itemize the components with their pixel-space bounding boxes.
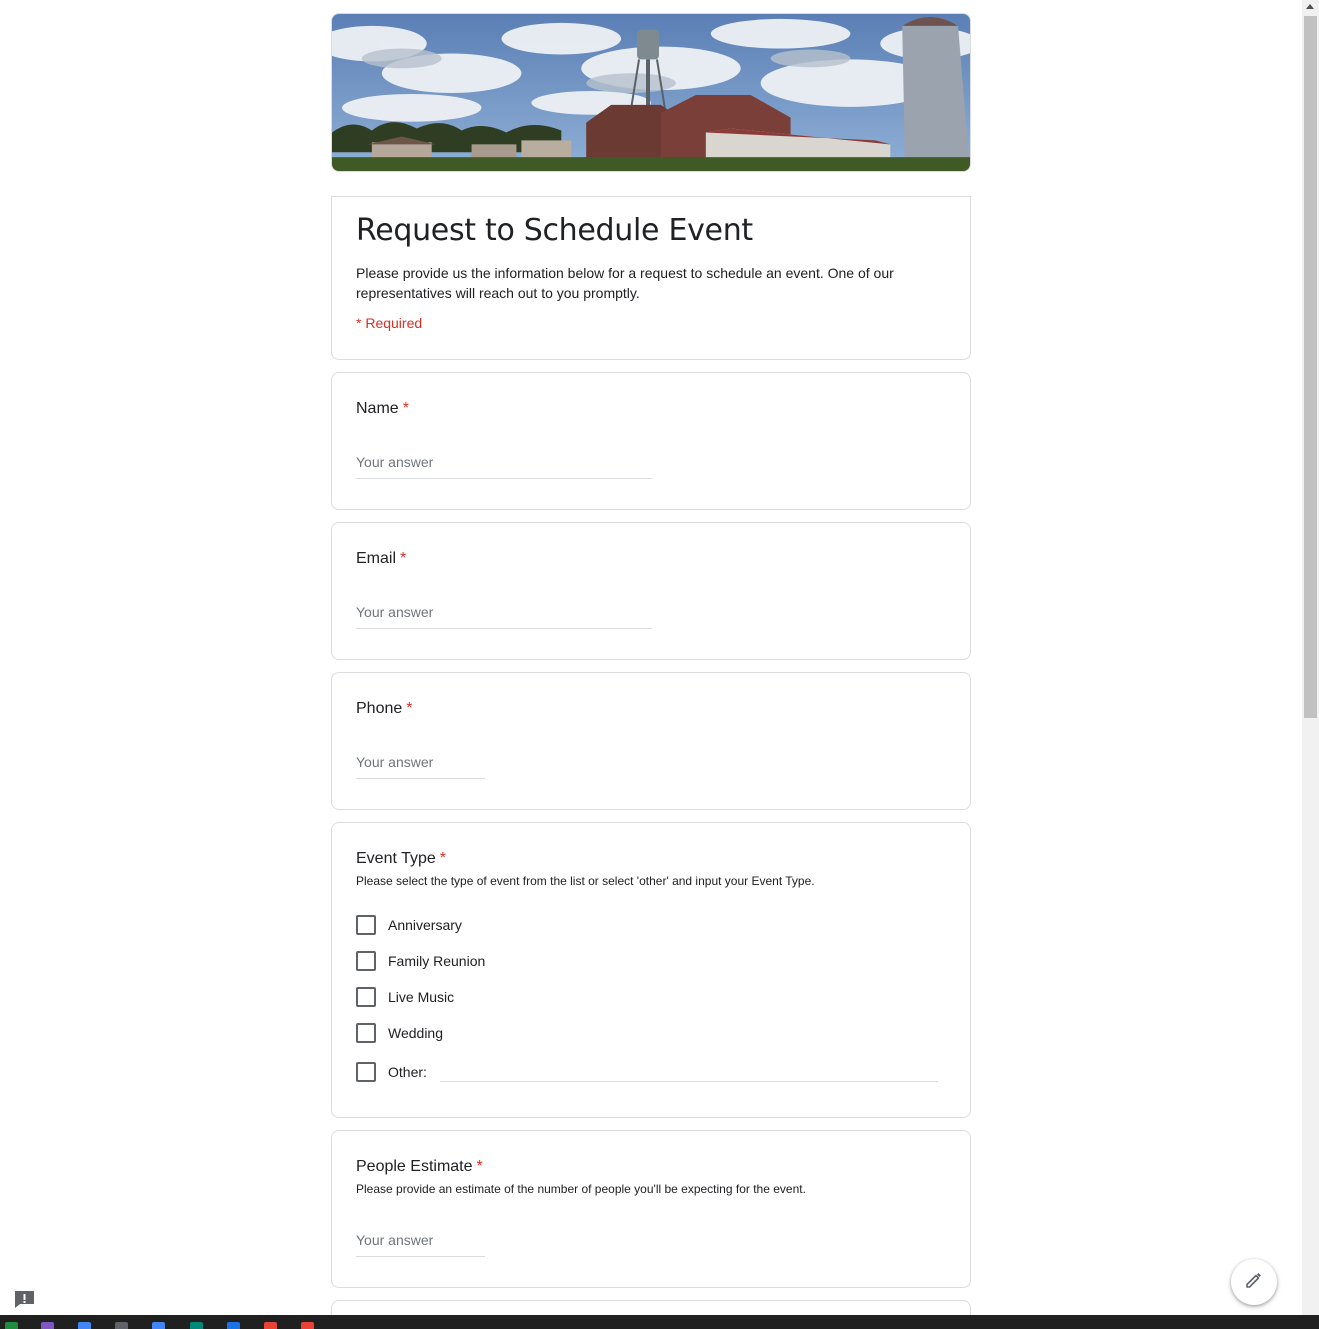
required-asterisk: * xyxy=(476,1158,483,1175)
os-taskbar xyxy=(0,1315,1319,1329)
scrollbar-thumb[interactable] xyxy=(1304,16,1317,718)
question-name-label: Name xyxy=(356,400,399,417)
option-label: Family Reunion xyxy=(388,953,486,969)
people-estimate-input[interactable]: Your answer xyxy=(356,1230,485,1257)
question-event-type-card: Event Type * Please select the type of ev… xyxy=(331,822,971,1118)
question-event-type-help: Please select the type of event from the… xyxy=(356,874,815,888)
form-title: Request to Schedule Event xyxy=(356,213,753,248)
question-event-type-title: Event Type * xyxy=(356,847,946,871)
chrome-app-icon-2[interactable] xyxy=(301,1322,314,1329)
docs-app-icon-2[interactable] xyxy=(152,1322,165,1329)
question-people-estimate-card: People Estimate * Please provide an estim… xyxy=(331,1130,971,1288)
option-live-music[interactable]: Live Music xyxy=(356,986,454,1008)
vertical-scrollbar[interactable] xyxy=(1302,0,1319,1315)
required-note: * Required xyxy=(356,315,423,331)
checkbox-wedding[interactable] xyxy=(356,1023,376,1043)
option-label: Wedding xyxy=(388,1025,444,1041)
header-banner-image xyxy=(331,13,971,172)
option-wedding[interactable]: Wedding xyxy=(356,1022,443,1044)
question-phone-card: Phone * Your answer xyxy=(331,672,971,810)
checkbox-family-reunion[interactable] xyxy=(356,951,376,971)
option-family-reunion[interactable]: Family Reunion xyxy=(356,950,485,972)
pencil-icon xyxy=(1244,1270,1264,1295)
phone-input[interactable]: Your answer xyxy=(356,752,485,779)
required-asterisk: * xyxy=(402,400,409,417)
option-label: Other: xyxy=(388,1064,427,1080)
option-label: Live Music xyxy=(388,989,455,1005)
question-people-estimate-title: People Estimate * xyxy=(356,1155,946,1179)
checkbox-anniversary[interactable] xyxy=(356,915,376,935)
required-asterisk: * xyxy=(400,550,407,567)
question-email-card: Email * Your answer xyxy=(331,522,971,660)
option-label: Anniversary xyxy=(388,917,462,933)
other-text-input[interactable] xyxy=(440,1081,938,1082)
question-people-estimate-label: People Estimate xyxy=(356,1158,473,1175)
form-header-card: Request to Schedule Event Please provide… xyxy=(331,196,971,360)
question-email-title: Email * xyxy=(356,547,946,571)
hangouts-app-icon[interactable] xyxy=(190,1322,203,1329)
name-input[interactable]: Your answer xyxy=(356,452,652,479)
question-name-card: Name * Your answer xyxy=(331,372,971,510)
question-email-label: Email xyxy=(356,550,397,567)
chrome-app-icon[interactable] xyxy=(264,1322,277,1329)
report-feedback-icon[interactable] xyxy=(14,1290,35,1309)
next-question-card xyxy=(331,1300,971,1315)
farm-landscape-image xyxy=(332,14,970,171)
checkbox-other[interactable] xyxy=(356,1062,376,1082)
scroll-up-arrow-icon[interactable] xyxy=(1306,4,1314,9)
calculator-app-icon[interactable] xyxy=(115,1322,128,1329)
forms-app-icon[interactable] xyxy=(41,1322,54,1329)
question-phone-title: Phone * xyxy=(356,697,946,721)
terminal-app-icon[interactable] xyxy=(227,1322,240,1329)
email-input[interactable]: Your answer xyxy=(356,602,652,629)
required-asterisk: * xyxy=(439,850,446,867)
page-viewport: Request to Schedule Event Please provide… xyxy=(0,0,1302,1315)
option-anniversary[interactable]: Anniversary xyxy=(356,914,462,936)
question-name-title: Name * xyxy=(356,397,946,421)
question-people-estimate-help: Please provide an estimate of the number… xyxy=(356,1182,806,1196)
edit-button[interactable] xyxy=(1231,1259,1277,1305)
option-other[interactable]: Other: xyxy=(356,1061,427,1083)
required-asterisk: * xyxy=(406,700,413,717)
question-event-type-label: Event Type xyxy=(356,850,436,867)
checkbox-live-music[interactable] xyxy=(356,987,376,1007)
form-description: Please provide us the information below … xyxy=(356,265,894,301)
sheets-app-icon[interactable] xyxy=(5,1322,18,1329)
docs-app-icon[interactable] xyxy=(78,1322,91,1329)
question-phone-label: Phone xyxy=(356,700,403,717)
